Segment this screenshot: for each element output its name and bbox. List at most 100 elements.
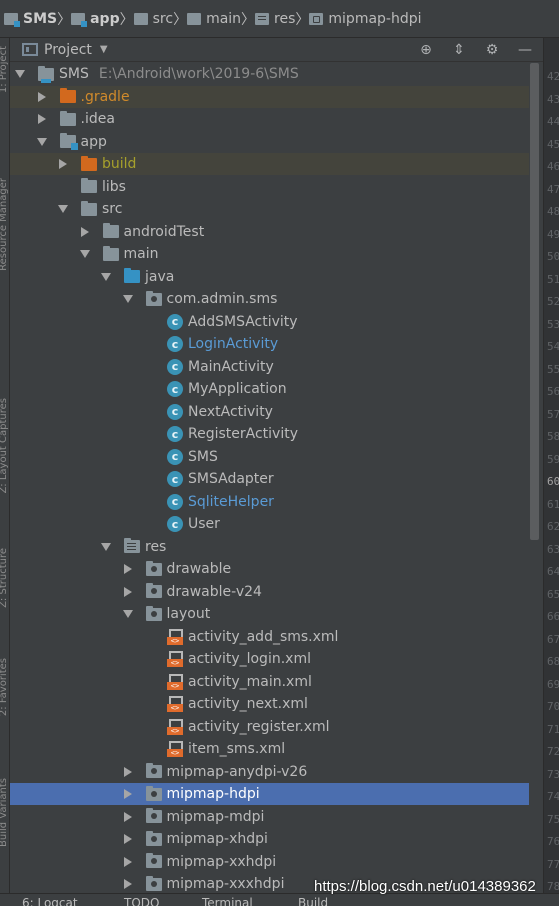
tree-node[interactable]: java bbox=[10, 266, 529, 288]
chevron-right-icon[interactable] bbox=[122, 586, 134, 598]
line-number: 42 bbox=[547, 70, 559, 83]
bottom-tab[interactable]: TODO bbox=[124, 896, 159, 906]
tree-node[interactable]: .idea bbox=[10, 108, 529, 130]
tree-node[interactable]: activity_add_sms.xml bbox=[10, 626, 529, 648]
chevron-down-icon[interactable] bbox=[100, 271, 112, 283]
project-view-title[interactable]: Project bbox=[44, 42, 92, 58]
tree-node[interactable]: drawable-v24 bbox=[10, 581, 529, 603]
chevron-right-icon[interactable] bbox=[122, 766, 134, 778]
side-tab-4[interactable]: 2: Favorites bbox=[0, 658, 9, 716]
tree-node[interactable]: com.admin.sms bbox=[10, 288, 529, 310]
chevron-right-icon[interactable] bbox=[122, 563, 134, 575]
breadcrumb-item-app[interactable]: app bbox=[71, 0, 120, 38]
folder-icon bbox=[124, 538, 140, 553]
line-number: 61 bbox=[547, 497, 559, 511]
breadcrumb-item-sms[interactable]: SMS bbox=[4, 0, 57, 38]
breadcrumb-item-src[interactable]: src bbox=[133, 0, 173, 38]
tree-node[interactable]: c User bbox=[10, 513, 529, 535]
tree-node[interactable]: c SMS bbox=[10, 446, 529, 468]
line-number: 72 bbox=[547, 745, 559, 758]
tree-node[interactable]: libs bbox=[10, 176, 529, 198]
folder-icon bbox=[59, 88, 76, 103]
side-tab-3[interactable]: Z: Structure bbox=[0, 548, 9, 608]
tree-node[interactable]: SMS E:\Android\work\2019-6\SMS bbox=[10, 63, 529, 85]
tree-node[interactable]: c SMSAdapter bbox=[10, 468, 529, 490]
tree-node[interactable]: mipmap-xhdpi bbox=[10, 828, 529, 850]
class-icon: c bbox=[167, 493, 183, 510]
tree-node[interactable]: activity_main.xml bbox=[10, 671, 529, 693]
line-number: 48 bbox=[547, 205, 559, 218]
tree-node[interactable]: mipmap-anydpi-v26 bbox=[10, 761, 529, 783]
side-tab-1[interactable]: Resource Manager bbox=[0, 178, 9, 271]
line-number: 66 bbox=[547, 610, 559, 623]
chevron-down-icon[interactable] bbox=[122, 293, 134, 305]
chevron-right-icon[interactable] bbox=[36, 113, 48, 125]
chevron-right-icon[interactable] bbox=[122, 811, 134, 823]
line-number: 54 bbox=[547, 340, 559, 353]
chevron-right-icon[interactable] bbox=[122, 856, 134, 868]
chevron-down-icon[interactable] bbox=[57, 203, 69, 215]
gear-icon[interactable]: ⚙ bbox=[484, 42, 500, 58]
chevron-right-icon[interactable] bbox=[122, 878, 134, 890]
tree-node[interactable]: main bbox=[10, 243, 529, 265]
side-tab-5[interactable]: Build Variants bbox=[0, 778, 9, 847]
breadcrumb-label: app bbox=[90, 10, 120, 27]
chevron-right-icon[interactable] bbox=[57, 158, 69, 170]
tree-node[interactable]: c SqliteHelper bbox=[10, 491, 529, 513]
chevron-right-icon[interactable] bbox=[36, 91, 48, 103]
chevron-down-icon[interactable] bbox=[79, 248, 91, 260]
tree-node[interactable]: res bbox=[10, 536, 529, 558]
folder-icon bbox=[145, 875, 162, 891]
collapse-all-icon[interactable]: ⇕ bbox=[451, 42, 467, 58]
bottom-tab[interactable]: Terminal bbox=[202, 896, 253, 906]
chevron-right-icon[interactable] bbox=[122, 788, 134, 800]
chevron-down-icon[interactable] bbox=[100, 541, 112, 553]
bottom-tab[interactable]: Build bbox=[298, 896, 328, 906]
tree-node[interactable]: mipmap-hdpi bbox=[10, 783, 529, 805]
tree-node[interactable]: c AddSMSActivity bbox=[10, 311, 529, 333]
tree-node[interactable]: item_sms.xml bbox=[10, 738, 529, 760]
tree-node[interactable]: mipmap-xxhdpi bbox=[10, 851, 529, 873]
tree-node[interactable]: c LoginActivity bbox=[10, 333, 529, 355]
tree-node[interactable]: drawable bbox=[10, 558, 529, 580]
chevron-right-icon[interactable] bbox=[122, 833, 134, 845]
chevron-right-icon: 〉 bbox=[119, 11, 134, 28]
locate-icon[interactable]: ⊕ bbox=[418, 42, 434, 58]
chevron-down-icon[interactable] bbox=[14, 68, 26, 80]
side-tab-0[interactable]: 1: Project bbox=[0, 46, 9, 93]
tree-scrollbar[interactable] bbox=[529, 63, 541, 906]
folder-icon bbox=[145, 830, 162, 846]
navigation-bar: SMS 〉 app 〉 src 〉 main 〉 res 〉 mipmap-hdpi bbox=[0, 0, 559, 38]
chevron-down-icon[interactable] bbox=[36, 136, 48, 148]
chevron-down-icon[interactable]: ▼ bbox=[100, 44, 108, 55]
tree-node[interactable]: layout bbox=[10, 603, 529, 625]
tree-node[interactable]: mipmap-mdpi bbox=[10, 806, 529, 828]
tree-node[interactable]: c RegisterActivity bbox=[10, 423, 529, 445]
tree-node[interactable]: activity_next.xml bbox=[10, 693, 529, 715]
tree-node[interactable]: c MainActivity bbox=[10, 356, 529, 378]
tree-node[interactable]: androidTest bbox=[10, 221, 529, 243]
tree-node[interactable]: c NextActivity bbox=[10, 401, 529, 423]
breadcrumb-item-main[interactable]: main bbox=[187, 0, 241, 38]
panel-toolbar: ⊕ ⇕ ⚙ — bbox=[418, 38, 533, 62]
tree-node-label: libs bbox=[102, 178, 126, 195]
tree-node-label: activity_next.xml bbox=[188, 696, 308, 712]
tree-node[interactable]: .gradle bbox=[10, 85, 529, 108]
breadcrumb-item-res[interactable]: res bbox=[255, 0, 295, 38]
tree-node-label: SMS bbox=[188, 448, 218, 465]
watermark: https://blog.csdn.net/u014389362 bbox=[314, 878, 536, 895]
chevron-down-icon[interactable] bbox=[122, 608, 134, 620]
tree-node[interactable]: app bbox=[10, 131, 529, 153]
bottom-tab[interactable]: 6: Logcat bbox=[22, 896, 78, 906]
breadcrumb-item-mipmap-hdpi[interactable]: mipmap-hdpi bbox=[309, 0, 422, 38]
side-tab-2[interactable]: Z: Layout Captures bbox=[0, 398, 9, 494]
hide-icon[interactable]: — bbox=[517, 42, 533, 58]
chevron-right-icon[interactable] bbox=[79, 226, 91, 238]
tree-node[interactable]: c MyApplication bbox=[10, 378, 529, 400]
scrollbar-thumb[interactable] bbox=[530, 63, 539, 540]
tree-node[interactable]: activity_login.xml bbox=[10, 648, 529, 670]
tree-node[interactable]: src bbox=[10, 198, 529, 220]
tree-node[interactable]: activity_register.xml bbox=[10, 716, 529, 738]
tree-node[interactable]: build bbox=[10, 153, 529, 175]
